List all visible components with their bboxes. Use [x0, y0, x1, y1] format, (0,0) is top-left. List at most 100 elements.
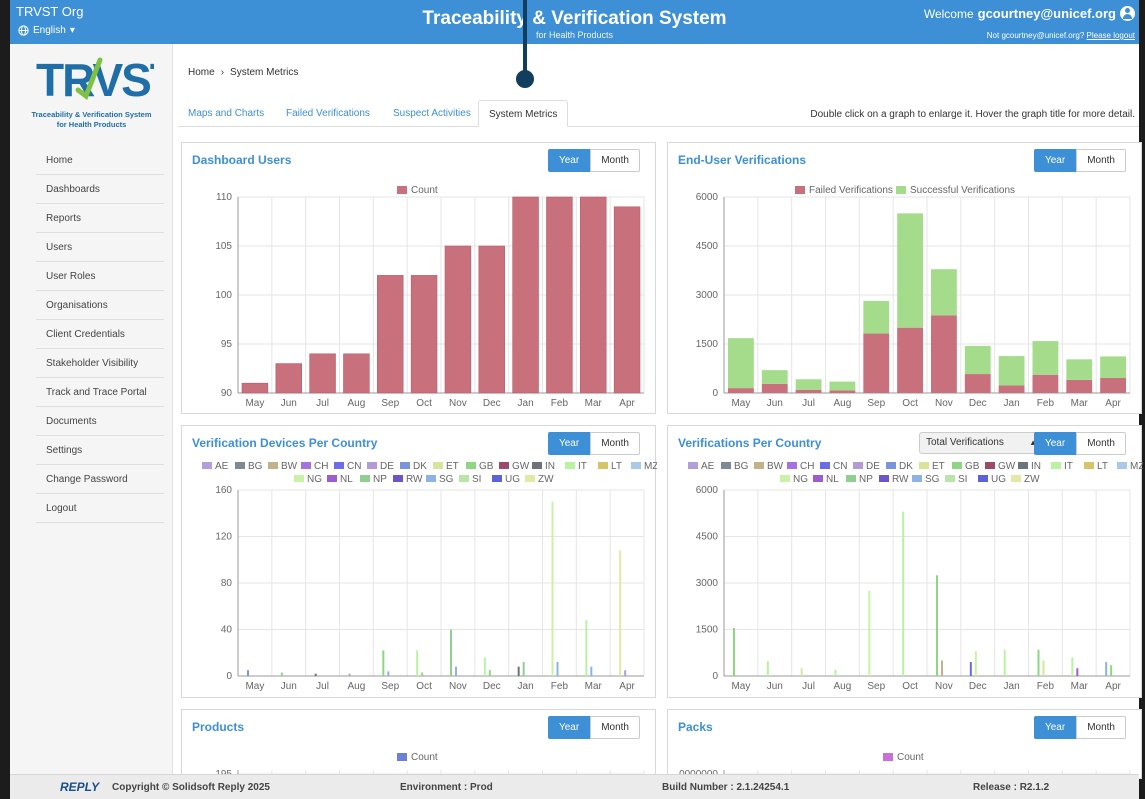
- legend-label: ZW: [1024, 474, 1040, 485]
- logo-tagline-2: for Health Products: [56, 120, 127, 129]
- annotation-pointer-dot: [516, 70, 534, 88]
- bar-segment: [897, 327, 923, 393]
- bar: [421, 672, 424, 676]
- logout-link[interactable]: Please logout: [1087, 31, 1135, 40]
- tab-system-metrics[interactable]: System Metrics: [478, 100, 569, 127]
- end-user-verifications-chart[interactable]: 0 1500 3000 4500 6000 May Jun Jul Aug Sep Oct Nov De…: [668, 175, 1143, 415]
- x-tick-label: Jul: [802, 398, 815, 409]
- y-tick-label: 40: [221, 625, 233, 636]
- tab-bar: Maps and Charts Failed Verifications Sus…: [178, 100, 1139, 127]
- bar-segment: [998, 356, 1025, 386]
- y-tick-label: 1500: [696, 339, 719, 350]
- sidebar-item-stakeholder-visibility[interactable]: Stakeholder Visibility: [36, 349, 164, 378]
- metric-select-value: Total Verifications: [926, 437, 1004, 448]
- sidebar-item-user-roles[interactable]: User Roles: [36, 262, 164, 291]
- period-toggle: Year Month: [547, 716, 640, 739]
- sidebar-item-home[interactable]: Home: [36, 146, 164, 175]
- bar-segment: [761, 370, 788, 384]
- dashboard-users-chart[interactable]: 90 95 100 105 110 May Jun Jul Aug Sep Oct Nov Dec Jan…: [182, 175, 657, 415]
- legend-label: Count: [411, 185, 438, 196]
- legend-swatch: [795, 186, 805, 194]
- legend-label: SG: [439, 474, 454, 485]
- x-tick-label: Jan: [1004, 681, 1020, 692]
- panel-title[interactable]: Products: [192, 720, 244, 734]
- metric-select[interactable]: Total Verifications ▲: [919, 432, 1043, 454]
- legend-swatch: [978, 475, 988, 482]
- legend-label: MZ: [1130, 461, 1143, 472]
- user-icon[interactable]: [1120, 6, 1135, 21]
- panel-title[interactable]: Dashboard Users: [192, 153, 291, 167]
- legend-swatch: [397, 753, 407, 761]
- legend-swatch: [202, 462, 212, 469]
- legend-label: Count: [411, 752, 438, 763]
- legend-swatch: [334, 462, 344, 469]
- legend-swatch: [360, 475, 370, 482]
- year-button[interactable]: Year: [547, 716, 591, 739]
- breadcrumb-home[interactable]: Home: [188, 67, 215, 78]
- tab-suspect-activities[interactable]: Suspect Activities: [383, 100, 481, 127]
- sidebar-item-client-credentials[interactable]: Client Credentials: [36, 320, 164, 349]
- bar-segment: [964, 374, 991, 393]
- x-tick-label: Nov: [449, 681, 467, 692]
- legend-swatch: [721, 462, 731, 469]
- legend-label: SI: [472, 474, 481, 485]
- verifications-per-country-chart[interactable]: 0 1500 3000 4500 6000 May Jun Jul Aug Sep Oct Nov De…: [668, 458, 1143, 698]
- annotation-pointer-line: [523, 0, 527, 74]
- sidebar-item-settings[interactable]: Settings: [36, 436, 164, 465]
- x-tick-label: Aug: [348, 681, 366, 692]
- month-button[interactable]: Month: [1076, 716, 1126, 739]
- x-tick-label: Jan: [518, 681, 534, 692]
- tab-failed-verifications[interactable]: Failed Verifications: [276, 100, 380, 127]
- sidebar-item-track-and-trace[interactable]: Track and Trace Portal: [36, 378, 164, 407]
- footer: REPLY Copyright © Solidsoft Reply 2025 E…: [10, 774, 1139, 799]
- panel-title[interactable]: Packs: [678, 720, 713, 734]
- year-button[interactable]: Year: [1033, 716, 1077, 739]
- year-button[interactable]: Year: [1033, 149, 1077, 172]
- panel-title[interactable]: End-User Verifications: [678, 153, 806, 167]
- bar: [416, 650, 419, 676]
- devices-per-country-chart[interactable]: 0 40 80 120 160 May Jun Jul Aug Sep Oct Nov Dec Jan Fe…: [182, 458, 657, 698]
- year-button[interactable]: Year: [1033, 432, 1077, 455]
- month-button[interactable]: Month: [1076, 149, 1126, 172]
- month-button[interactable]: Month: [590, 716, 640, 739]
- not-user-line: Not gcourtney@unicef.org? Please logout: [987, 31, 1135, 40]
- y-tick-label: 80: [221, 578, 233, 589]
- panel-title[interactable]: Verifications Per Country: [678, 436, 821, 450]
- bar-segment: [1100, 356, 1126, 378]
- legend-swatch: [598, 462, 608, 469]
- bar: [556, 662, 559, 676]
- year-button[interactable]: Year: [547, 149, 591, 172]
- sidebar-item-logout[interactable]: Logout: [36, 494, 164, 523]
- sidebar-item-change-password[interactable]: Change Password: [36, 465, 164, 494]
- legend-swatch: [886, 462, 896, 469]
- bar-segment: [829, 390, 856, 393]
- legend-label: AE: [701, 461, 715, 472]
- legend-swatch: [1018, 462, 1028, 469]
- legend-swatch: [780, 475, 790, 482]
- welcome-user: Welcome gcourtney@unicef.org: [924, 6, 1135, 21]
- sidebar-nav: Home Dashboards Reports Users User Roles…: [36, 146, 164, 523]
- panel-title[interactable]: Verification Devices Per Country: [192, 436, 377, 450]
- legend-swatch: [393, 475, 403, 482]
- sidebar-item-documents[interactable]: Documents: [36, 407, 164, 436]
- legend-swatch: [813, 475, 823, 482]
- month-button[interactable]: Month: [1076, 432, 1126, 455]
- y-tick-label: 0: [226, 671, 232, 682]
- sidebar-item-organisations[interactable]: Organisations: [36, 291, 164, 320]
- month-button[interactable]: Month: [590, 149, 640, 172]
- year-button[interactable]: Year: [547, 432, 591, 455]
- legend-label: DK: [413, 461, 427, 472]
- bar: [280, 672, 283, 676]
- bar: [969, 662, 972, 676]
- x-tick-label: Mar: [1071, 681, 1089, 692]
- y-tick-label: 110: [216, 192, 232, 203]
- month-button[interactable]: Month: [590, 432, 640, 455]
- sidebar-item-reports[interactable]: Reports: [36, 204, 164, 233]
- sidebar-item-dashboards[interactable]: Dashboards: [36, 175, 164, 204]
- sidebar-item-users[interactable]: Users: [36, 233, 164, 262]
- bar: [1110, 665, 1113, 676]
- period-toggle: Year Month: [1033, 432, 1126, 455]
- legend-swatch: [499, 462, 509, 469]
- legend-label: DE: [866, 461, 880, 472]
- tab-maps-and-charts[interactable]: Maps and Charts: [178, 100, 274, 127]
